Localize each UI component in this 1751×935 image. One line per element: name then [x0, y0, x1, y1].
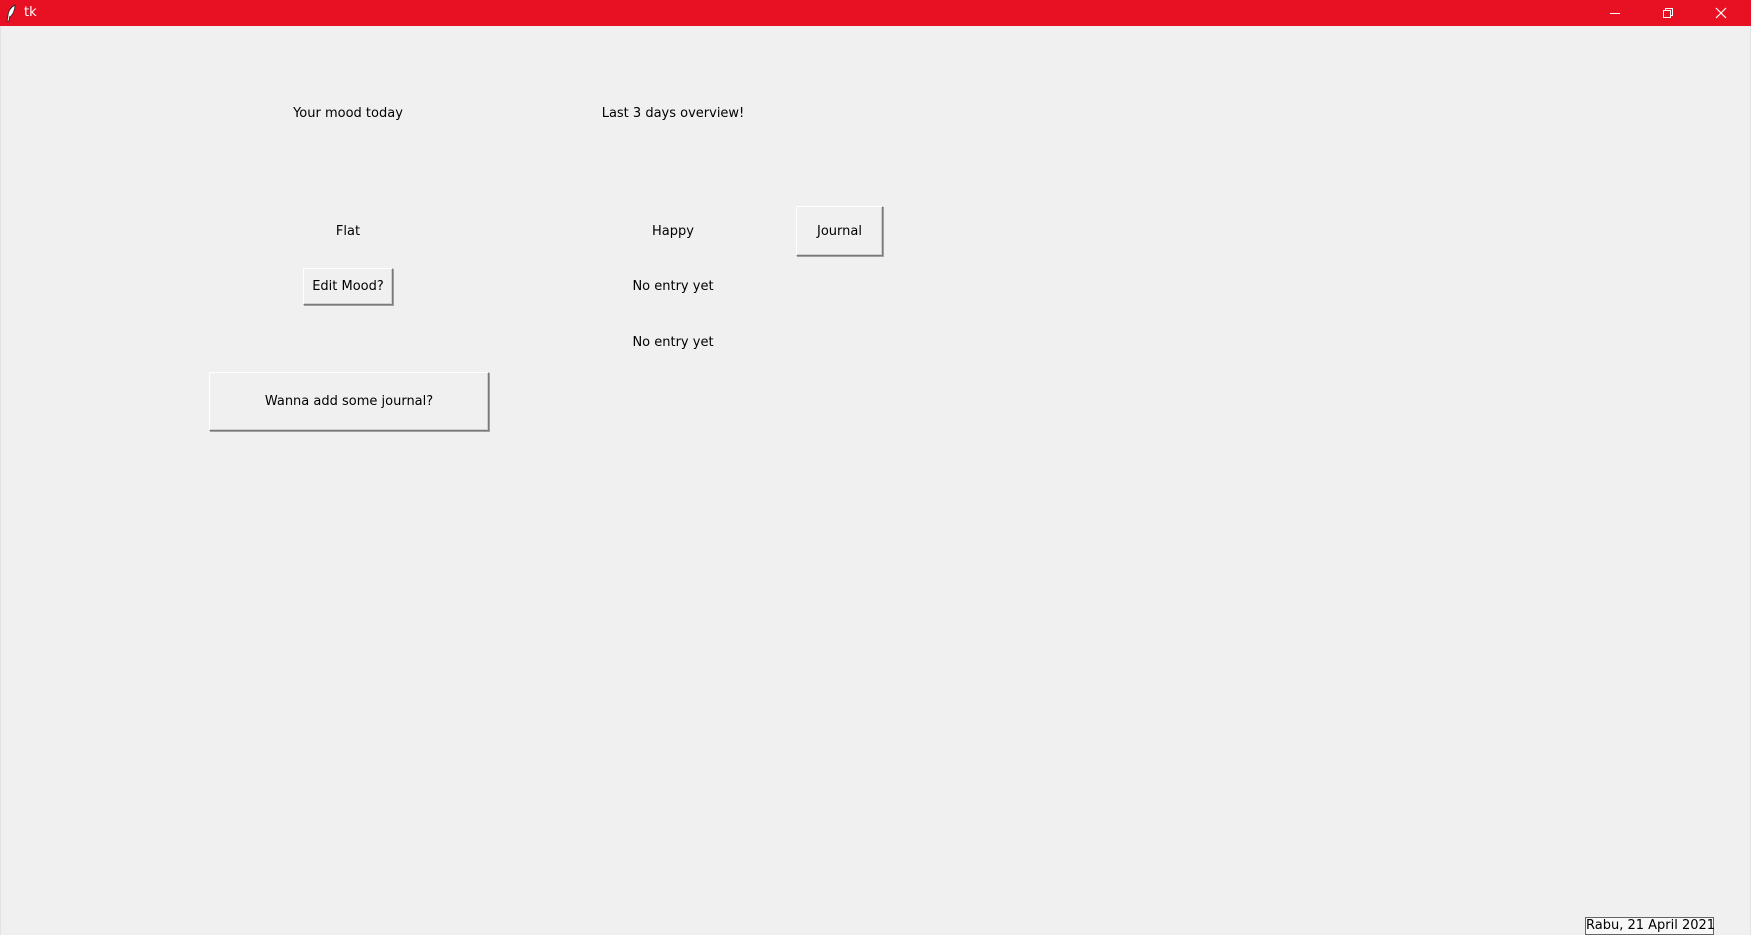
- date-label: Rabu, 21 April 2021: [1585, 917, 1716, 935]
- restore-button[interactable]: [1642, 0, 1694, 26]
- main-window: [0, 26, 1751, 935]
- minimize-button[interactable]: [1589, 0, 1641, 26]
- restore-icon: [1662, 4, 1674, 23]
- close-button[interactable]: [1695, 0, 1747, 26]
- title-bar[interactable]: tk: [0, 0, 1751, 26]
- mood-today-heading: Your mood today: [293, 106, 403, 121]
- overview-day-1: Happy: [652, 224, 694, 239]
- window-title: tk: [24, 5, 37, 20]
- current-mood-label: Flat: [335, 224, 361, 239]
- overview-day-3: No entry yet: [632, 335, 714, 350]
- overview-day-2: No entry yet: [632, 279, 714, 294]
- edit-mood-button[interactable]: Edit Mood?: [303, 268, 393, 305]
- close-icon: [1715, 4, 1727, 23]
- add-journal-button[interactable]: Wanna add some journal?: [209, 372, 489, 431]
- minimize-icon: [1609, 4, 1621, 23]
- feather-icon: [5, 4, 17, 22]
- journal-button[interactable]: Journal: [796, 206, 883, 256]
- overview-heading: Last 3 days overview!: [601, 106, 745, 121]
